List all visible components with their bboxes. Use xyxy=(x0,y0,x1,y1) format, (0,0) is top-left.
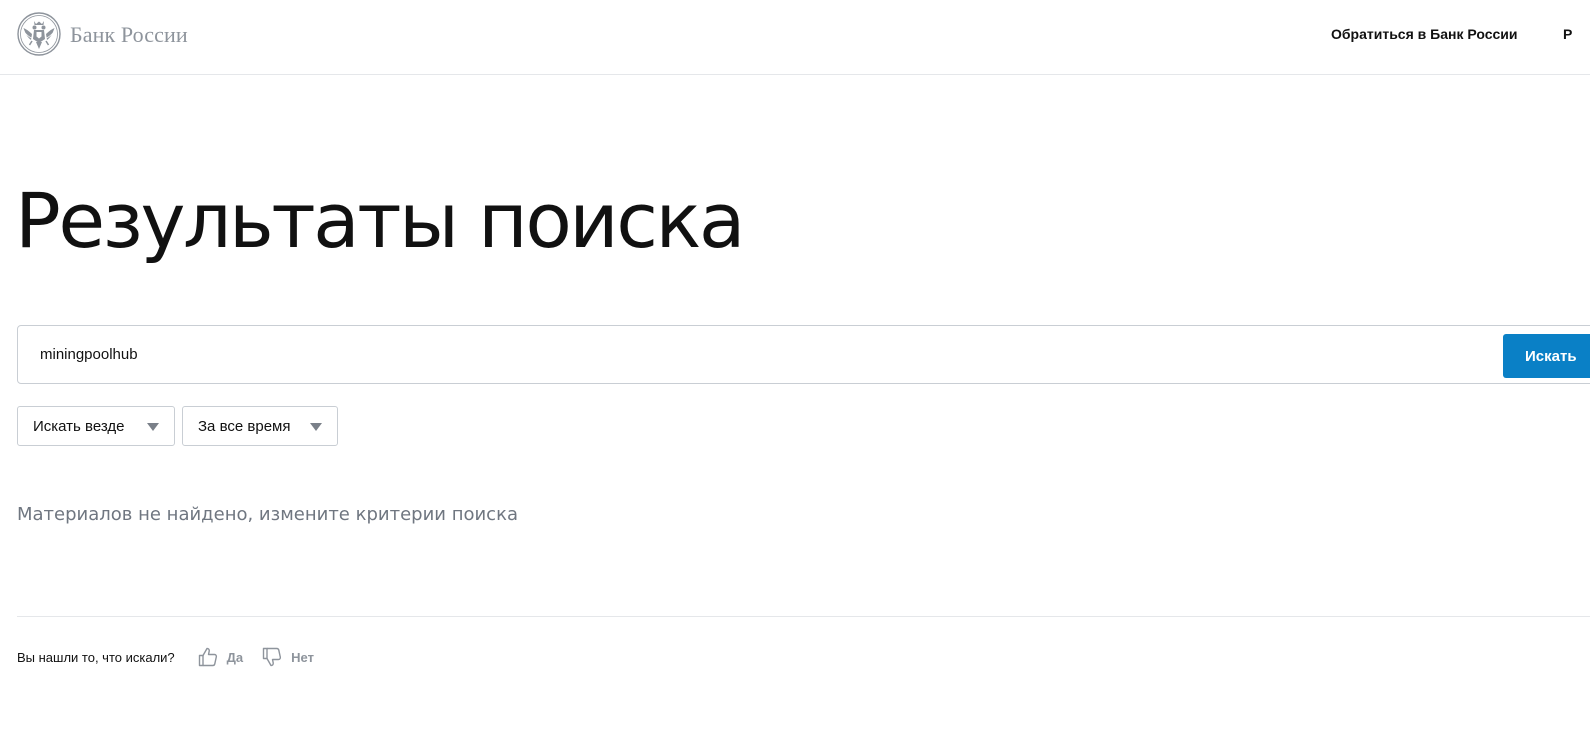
feedback-bar: Вы нашли то, что искали? Да Нет xyxy=(17,644,314,670)
thumbs-up-icon xyxy=(198,647,217,667)
feedback-no-label: Нет xyxy=(291,649,314,665)
contact-bank-link[interactable]: Обратиться в Банк России xyxy=(1331,26,1517,42)
feedback-no-button[interactable]: Нет xyxy=(261,646,314,668)
search-scope-dropdown[interactable]: Искать везде xyxy=(17,406,175,446)
search-button[interactable]: Искать xyxy=(1503,334,1590,378)
chevron-down-icon xyxy=(147,423,159,431)
divider xyxy=(17,616,1590,617)
page-title: Результаты поиска xyxy=(15,176,745,265)
search-input[interactable] xyxy=(40,326,1480,383)
site-header: Банк России Обратиться в Банк России Р xyxy=(0,0,1590,75)
logo-text: Банк России xyxy=(70,21,188,47)
thumbs-down-icon xyxy=(262,647,282,667)
empty-results-message: Материалов не найдено, измените критерии… xyxy=(17,504,518,525)
time-range-label: За все время xyxy=(198,417,291,435)
eagle-emblem-icon xyxy=(17,12,61,56)
search-scope-label: Искать везде xyxy=(33,417,125,435)
search-field-container xyxy=(17,325,1590,384)
feedback-yes-label: Да xyxy=(226,649,244,665)
feedback-yes-button[interactable]: Да xyxy=(197,646,244,668)
feedback-question: Вы нашли то, что искали? xyxy=(17,649,175,665)
chevron-down-icon xyxy=(310,423,322,431)
header-nav-link-truncated[interactable]: Р xyxy=(1563,26,1572,42)
time-range-dropdown[interactable]: За все время xyxy=(182,406,338,446)
bank-logo-link[interactable]: Банк России xyxy=(17,12,188,56)
